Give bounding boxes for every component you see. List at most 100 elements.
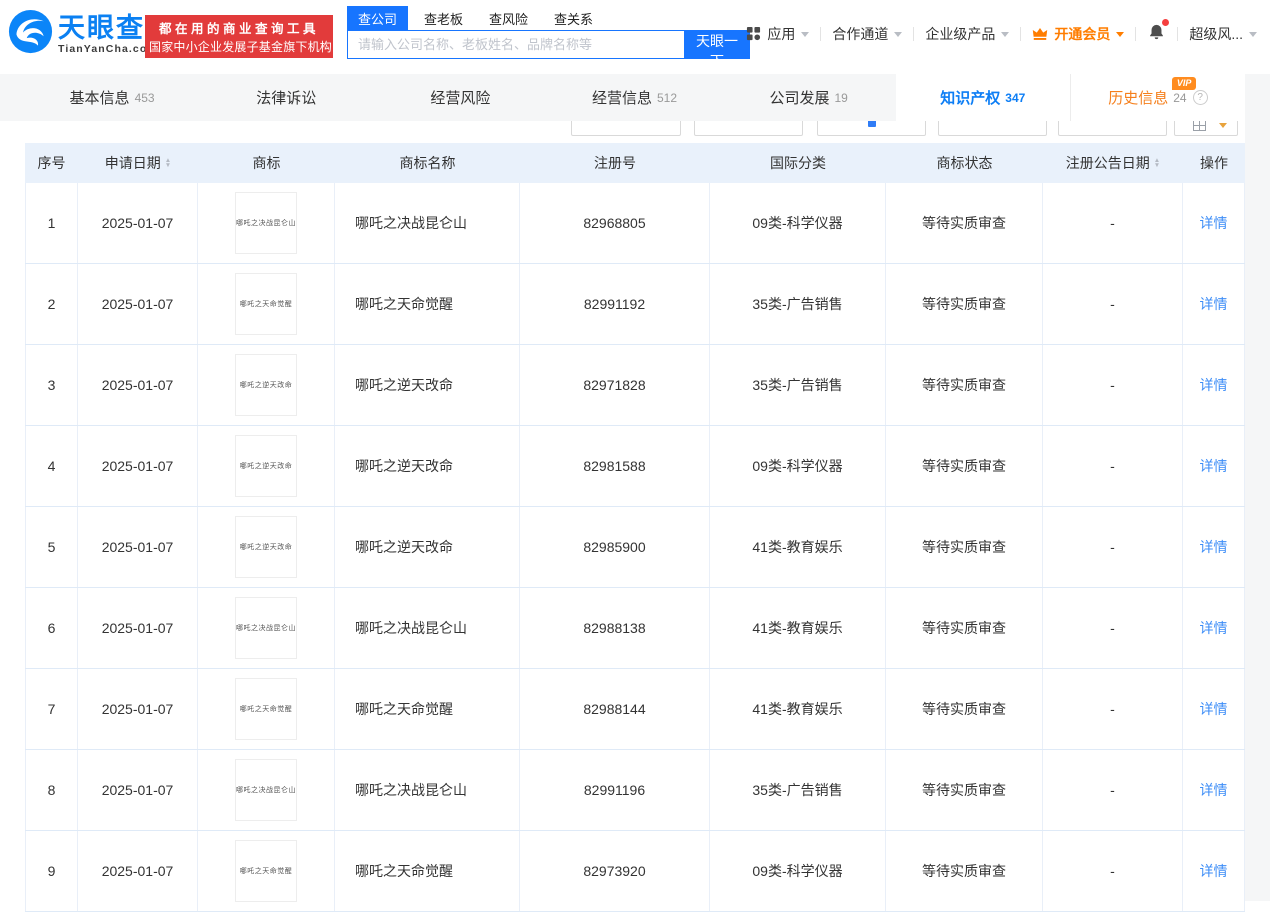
detail-link[interactable]: 详情 — [1200, 861, 1228, 881]
detail-link[interactable]: 详情 — [1200, 294, 1228, 314]
cell-apply-date: 2025-01-07 — [78, 669, 198, 749]
trademark-image[interactable]: 哪吒之逆天改命 — [235, 516, 297, 578]
cell-apply-date: 2025-01-07 — [78, 426, 198, 506]
cell-trademark-name: 哪吒之决战昆仑山 — [335, 183, 520, 263]
col-header-trademark-name: 商标名称 — [399, 155, 456, 171]
tab-company-development[interactable]: 公司发展 19 — [722, 74, 896, 121]
sort-icon[interactable] — [165, 158, 171, 169]
tab-basic-info[interactable]: 基本信息 453 — [25, 74, 199, 121]
col-header-publication-date[interactable]: 注册公告日期 — [1043, 143, 1183, 183]
help-icon[interactable]: ? — [1192, 90, 1208, 105]
search-tab-company[interactable]: 查公司 — [347, 5, 409, 31]
tab-label: 经营信息 — [591, 90, 652, 107]
top-header: 天眼查 TianYanCha.com 都在用的商业查询工具 国家中小企业发展子基… — [0, 0, 1270, 69]
cell-index: 3 — [25, 345, 78, 425]
trademark-image[interactable]: 哪吒之天命觉醒 — [235, 840, 297, 902]
trademark-image[interactable]: 哪吒之逆天改命 — [235, 435, 297, 497]
detail-link[interactable]: 详情 — [1200, 213, 1228, 233]
cell-index: 6 — [25, 588, 78, 668]
cell-publication-date: - — [1043, 426, 1183, 506]
detail-link[interactable]: 详情 — [1200, 537, 1228, 557]
detail-link[interactable]: 详情 — [1200, 618, 1228, 638]
cell-action: 详情 — [1183, 750, 1245, 830]
chevron-down-icon — [894, 32, 903, 37]
search-tab-boss[interactable]: 查老板 — [424, 9, 463, 28]
detail-link[interactable]: 详情 — [1200, 456, 1228, 476]
cell-index: 8 — [25, 750, 78, 830]
cell-apply-date: 2025-01-07 — [78, 264, 198, 344]
tab-operation-risk[interactable]: 经营风险 — [373, 74, 547, 121]
search-tab-risk[interactable]: 查风险 — [489, 9, 528, 28]
tab-history-info[interactable]: VIP 历史信息 24 ? — [1069, 74, 1245, 121]
nav-super-risk-label: 超级风... — [1189, 25, 1243, 42]
tab-count: 453 — [134, 90, 155, 105]
nav-open-membership[interactable]: 开通会员 — [1021, 24, 1135, 44]
col-header-apply-date[interactable]: 申请日期 — [78, 143, 198, 183]
detail-link[interactable]: 详情 — [1200, 375, 1228, 395]
cell-index: 7 — [25, 669, 78, 749]
cell-trademark-name: 哪吒之决战昆仑山 — [335, 588, 520, 668]
brand-slogan-badge: 都在用的商业查询工具 国家中小企业发展子基金旗下机构 — [145, 15, 333, 58]
trademark-image[interactable]: 哪吒之逆天改命 — [235, 354, 297, 416]
cell-status: 等待实质审查 — [886, 750, 1043, 830]
cell-intl-class: 35类-广告销售 — [710, 750, 886, 830]
trademark-image[interactable]: 哪吒之天命觉醒 — [235, 273, 297, 335]
slogan-line1: 都在用的商业查询工具 — [158, 22, 319, 36]
cell-action: 详情 — [1183, 345, 1245, 425]
chevron-down-icon — [801, 32, 810, 37]
tab-label: 经营风险 — [430, 90, 491, 107]
cell-action: 详情 — [1183, 426, 1245, 506]
trademark-image[interactable]: 哪吒之决战昆仑山 — [235, 759, 297, 821]
nav-cooperation[interactable]: 合作通道 — [821, 24, 913, 44]
top-nav: 应用 合作通道 企业级产品 开通会员 超级风... — [735, 19, 1268, 44]
tianyancha-logo[interactable]: 天眼查 TianYanCha.com — [8, 9, 158, 59]
tab-label: 法律诉讼 — [256, 90, 317, 107]
col-header-registration-no: 注册号 — [594, 155, 636, 171]
trademark-image[interactable]: 哪吒之决战昆仑山 — [235, 597, 297, 659]
cell-trademark-image: 哪吒之天命觉醒 — [198, 669, 335, 749]
search-tab-relation[interactable]: 查关系 — [554, 9, 593, 28]
crown-icon — [1032, 27, 1048, 41]
nav-enterprise-products[interactable]: 企业级产品 — [914, 24, 1020, 44]
cell-status: 等待实质审查 — [886, 588, 1043, 668]
cell-trademark-name: 哪吒之天命觉醒 — [335, 264, 520, 344]
cell-index: 9 — [25, 831, 78, 911]
cell-action: 详情 — [1183, 183, 1245, 263]
detail-link[interactable]: 详情 — [1200, 780, 1228, 800]
cell-trademark-image: 哪吒之决战昆仑山 — [198, 183, 335, 263]
cell-trademark-image: 哪吒之逆天改命 — [198, 426, 335, 506]
tab-business-info[interactable]: 经营信息 512 — [547, 74, 721, 121]
sort-icon[interactable] — [1154, 158, 1160, 169]
table-row: 9 2025-01-07 哪吒之天命觉醒 哪吒之天命觉醒 82973920 09… — [25, 831, 1245, 912]
cell-trademark-image: 哪吒之决战昆仑山 — [198, 750, 335, 830]
cell-apply-date: 2025-01-07 — [78, 588, 198, 668]
cell-apply-date: 2025-01-07 — [78, 750, 198, 830]
cell-registration-no: 82968805 — [520, 183, 710, 263]
col-header-intl-class: 国际分类 — [770, 155, 826, 171]
cell-action: 详情 — [1183, 831, 1245, 911]
cell-registration-no: 82991196 — [520, 750, 710, 830]
cell-publication-date: - — [1043, 588, 1183, 668]
cell-index: 4 — [25, 426, 78, 506]
nav-super-risk[interactable]: 超级风... — [1178, 24, 1268, 44]
chevron-down-icon — [1249, 32, 1257, 37]
cell-intl-class: 41类-教育娱乐 — [710, 507, 886, 587]
tab-label: 知识产权 — [940, 90, 1001, 107]
eye-logo-icon — [8, 9, 53, 59]
notifications-bell[interactable] — [1136, 19, 1177, 44]
grid-view-icon — [1193, 120, 1206, 131]
search-area: 查公司 查老板 查风险 查关系 天眼一下 — [347, 5, 750, 69]
table-row: 5 2025-01-07 哪吒之逆天改命 哪吒之逆天改命 82985900 41… — [25, 507, 1245, 588]
cell-apply-date: 2025-01-07 — [78, 183, 198, 263]
notification-dot — [1162, 19, 1170, 26]
col-header-label: 注册公告日期 — [1065, 155, 1150, 171]
tab-legal-litigation[interactable]: 法律诉讼 — [199, 74, 373, 121]
trademark-image[interactable]: 哪吒之天命觉醒 — [235, 678, 297, 740]
cell-trademark-image: 哪吒之逆天改命 — [198, 507, 335, 587]
detail-link[interactable]: 详情 — [1200, 699, 1228, 719]
nav-apps[interactable]: 应用 — [735, 24, 820, 44]
trademark-image[interactable]: 哪吒之决战昆仑山 — [235, 192, 297, 254]
tab-intellectual-property[interactable]: 知识产权 347 — [895, 74, 1070, 121]
search-input[interactable] — [347, 30, 684, 59]
cell-trademark-name: 哪吒之决战昆仑山 — [335, 750, 520, 830]
